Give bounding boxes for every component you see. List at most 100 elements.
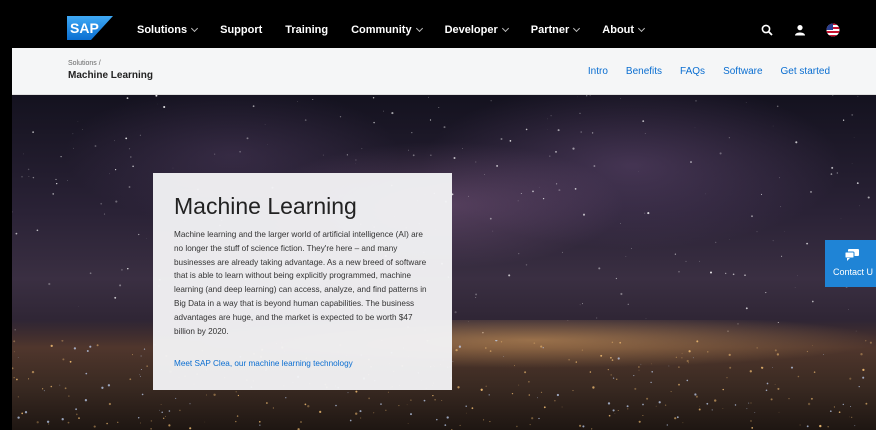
search-icon[interactable] bbox=[760, 23, 774, 37]
intro-card: Machine Learning Machine learning and th… bbox=[153, 173, 452, 390]
nav-item-about[interactable]: About bbox=[602, 24, 646, 36]
star bbox=[78, 306, 79, 307]
city-light bbox=[410, 413, 412, 416]
star bbox=[772, 125, 774, 127]
city-light bbox=[776, 353, 780, 356]
star bbox=[139, 134, 141, 136]
city-light bbox=[319, 410, 322, 414]
star bbox=[760, 193, 763, 195]
city-light bbox=[812, 345, 814, 347]
star bbox=[119, 284, 122, 287]
city-light bbox=[61, 418, 64, 421]
city-light bbox=[359, 417, 362, 419]
city-light bbox=[589, 371, 592, 373]
star bbox=[832, 95, 834, 96]
star bbox=[542, 197, 545, 200]
city-light bbox=[678, 383, 680, 386]
city-light bbox=[619, 341, 622, 344]
nav-item-support[interactable]: Support bbox=[220, 24, 262, 36]
star bbox=[373, 121, 375, 124]
city-light bbox=[681, 352, 683, 354]
city-light bbox=[640, 363, 642, 365]
star bbox=[127, 267, 129, 270]
subnav-link-faqs[interactable]: FAQs bbox=[680, 66, 705, 77]
city-light bbox=[488, 394, 490, 396]
star bbox=[264, 124, 266, 126]
star bbox=[547, 118, 548, 120]
star bbox=[695, 100, 697, 102]
nav-item-developer[interactable]: Developer bbox=[445, 24, 509, 36]
nav-item-training[interactable]: Training bbox=[285, 24, 328, 36]
breadcrumb-current: Machine Learning bbox=[68, 70, 154, 81]
city-light bbox=[31, 370, 35, 374]
city-light bbox=[516, 425, 518, 428]
star bbox=[297, 101, 298, 102]
city-light bbox=[484, 347, 487, 349]
star bbox=[751, 215, 753, 218]
city-light bbox=[611, 359, 614, 361]
city-light bbox=[139, 374, 141, 376]
contact-us-tab[interactable]: Contact U bbox=[825, 240, 876, 287]
city-light bbox=[617, 410, 619, 411]
star bbox=[103, 213, 106, 215]
city-light bbox=[750, 420, 752, 422]
city-light bbox=[655, 405, 657, 407]
city-light bbox=[626, 405, 629, 408]
city-light bbox=[101, 386, 104, 389]
meet-sap-clea-link[interactable]: Meet SAP Clea, our machine learning tech… bbox=[174, 359, 353, 368]
nav-item-solutions[interactable]: Solutions bbox=[137, 24, 199, 36]
nav-item-partner[interactable]: Partner bbox=[531, 24, 581, 36]
city-light bbox=[73, 347, 77, 350]
city-light bbox=[664, 404, 667, 406]
city-light bbox=[86, 350, 89, 352]
city-light bbox=[668, 365, 670, 367]
nav-item-label: Community bbox=[351, 23, 412, 36]
city-light bbox=[139, 375, 141, 377]
city-light bbox=[75, 413, 78, 416]
star bbox=[644, 212, 646, 214]
star bbox=[589, 95, 591, 97]
star bbox=[115, 169, 117, 171]
city-light bbox=[607, 369, 609, 371]
subnav-link-software[interactable]: Software bbox=[723, 66, 762, 77]
subnav-link-intro[interactable]: Intro bbox=[588, 66, 608, 77]
city-light bbox=[436, 418, 438, 421]
star bbox=[586, 95, 588, 97]
city-light bbox=[561, 406, 563, 408]
nav-item-community[interactable]: Community bbox=[351, 23, 423, 36]
user-icon[interactable] bbox=[793, 23, 807, 37]
star bbox=[593, 165, 596, 167]
city-light bbox=[790, 366, 794, 369]
city-light bbox=[658, 401, 661, 404]
star bbox=[100, 202, 103, 205]
city-light bbox=[575, 361, 577, 363]
city-light bbox=[810, 397, 813, 400]
star bbox=[857, 95, 859, 97]
city-light bbox=[582, 425, 585, 428]
breadcrumb-parent[interactable]: Solutions / bbox=[68, 60, 101, 67]
city-light bbox=[537, 397, 538, 399]
section-links: Intro Benefits FAQs Software Get started bbox=[570, 48, 830, 95]
star bbox=[582, 213, 586, 216]
city-light bbox=[140, 422, 141, 424]
subnav-link-get-started[interactable]: Get started bbox=[781, 66, 830, 77]
city-light bbox=[538, 417, 540, 420]
star bbox=[856, 182, 859, 184]
city-light bbox=[681, 357, 683, 359]
star bbox=[781, 255, 783, 257]
city-light bbox=[48, 423, 50, 425]
logo-text: SAP bbox=[70, 20, 99, 36]
us-flag-icon[interactable] bbox=[826, 23, 840, 37]
browser-viewport: SAP Solutions Support Training Community Dev… bbox=[12, 11, 876, 430]
city-light bbox=[137, 416, 140, 419]
star bbox=[252, 105, 255, 108]
star bbox=[246, 137, 249, 140]
city-light bbox=[150, 420, 153, 422]
subnav-link-benefits[interactable]: Benefits bbox=[626, 66, 662, 77]
star bbox=[48, 282, 51, 286]
city-light bbox=[423, 399, 426, 402]
city-light bbox=[849, 416, 850, 418]
city-light bbox=[850, 406, 852, 407]
sap-logo[interactable]: SAP bbox=[67, 16, 113, 40]
city-light bbox=[150, 428, 152, 430]
